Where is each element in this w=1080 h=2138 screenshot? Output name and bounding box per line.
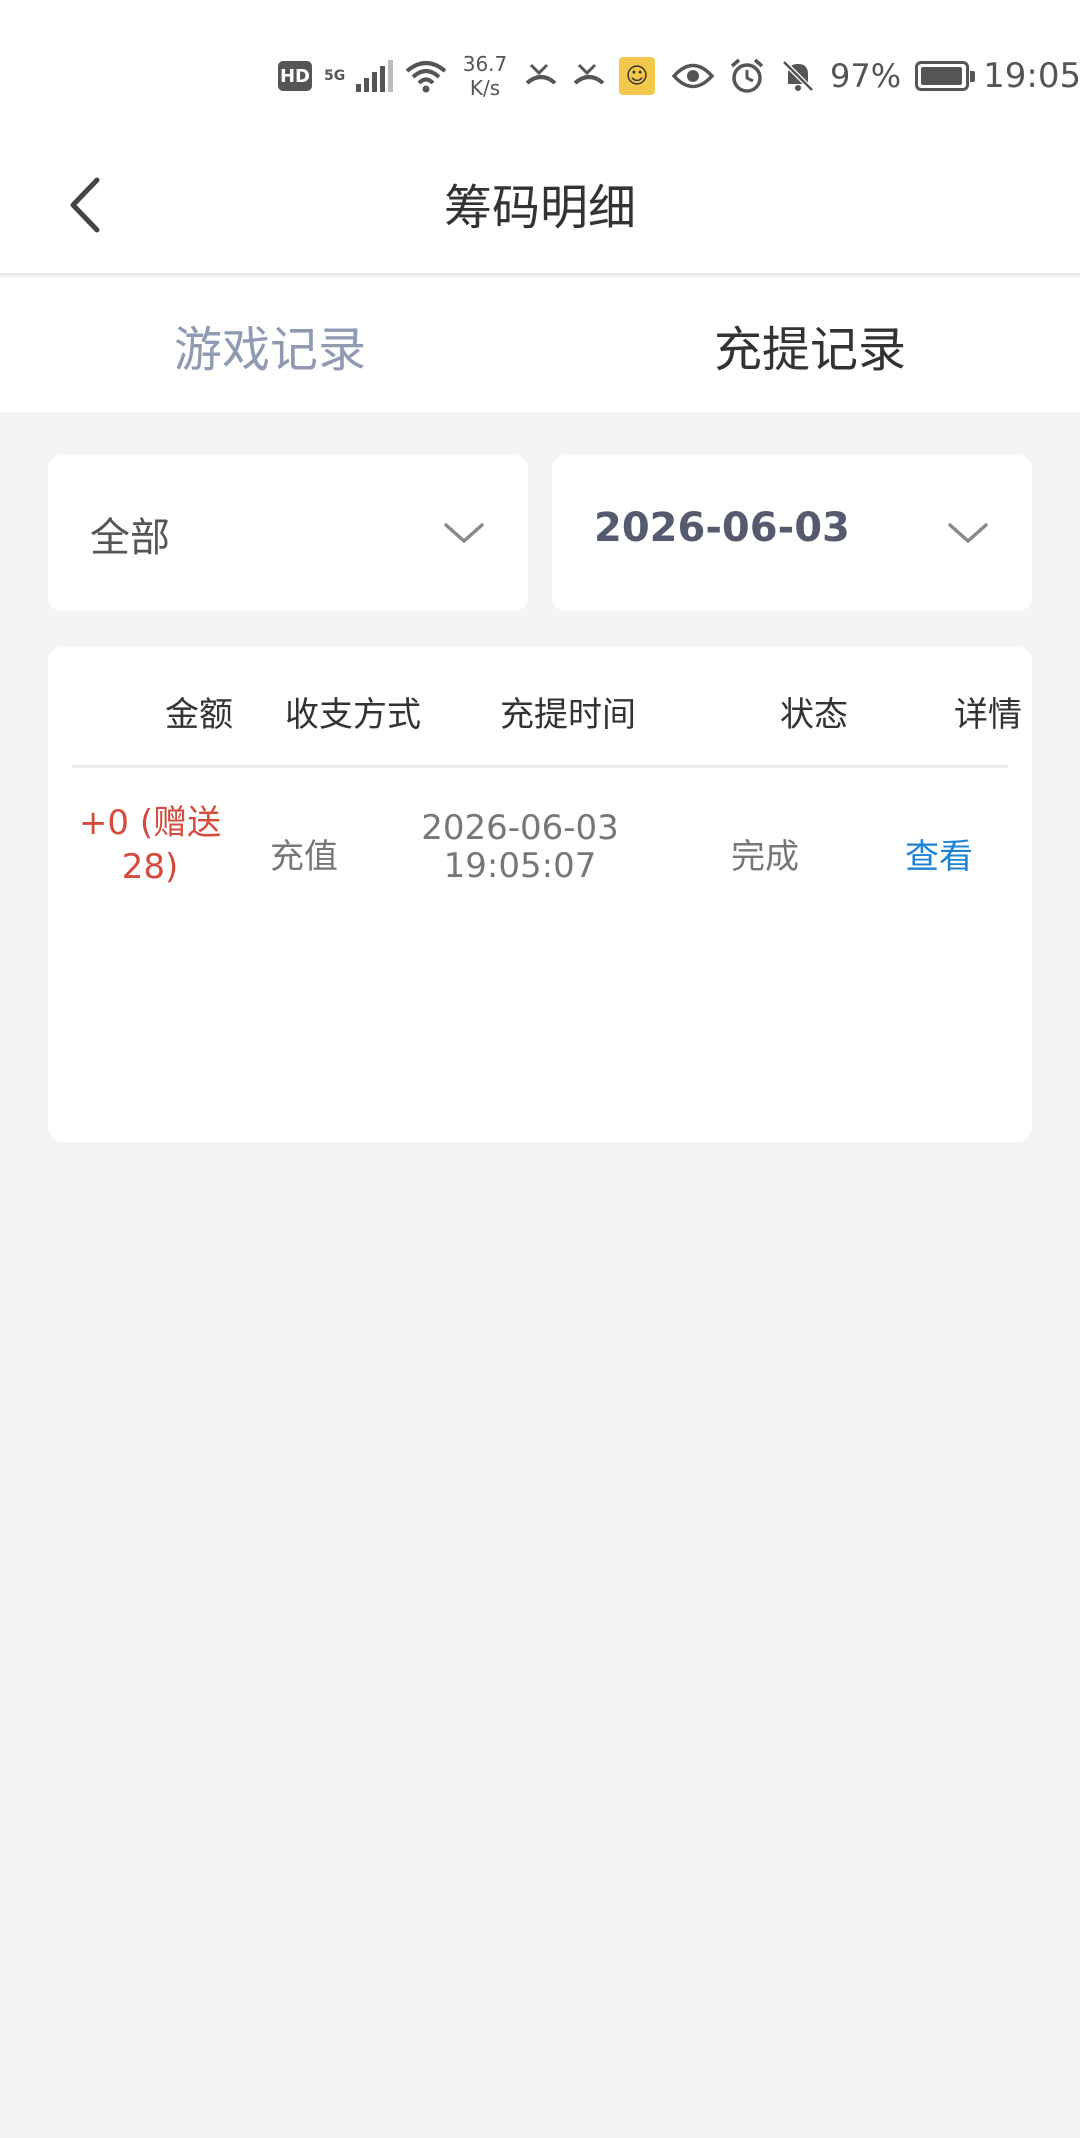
- tab-game-records[interactable]: 游戏记录: [0, 277, 540, 412]
- missed-call-icon-2: [573, 63, 605, 85]
- battery-level: [921, 67, 962, 85]
- chevron-down-icon: [444, 523, 484, 543]
- alarm-icon: [730, 58, 764, 93]
- network-speed: 36.7 K/s: [459, 52, 511, 100]
- mute-bell-icon: [782, 60, 814, 92]
- eye-icon: [672, 63, 714, 89]
- view-detail-link[interactable]: 查看: [839, 829, 1039, 878]
- date-filter-value: 2026-06-03: [594, 505, 850, 551]
- column-header-amount: 金额: [165, 695, 233, 735]
- missed-call-icon: [525, 63, 557, 85]
- row-status: 完成: [731, 837, 799, 877]
- status-left-icons: HD 5G 36.7 K/s ☺: [278, 50, 655, 102]
- tab-bar: 游戏记录 充提记录: [0, 277, 1080, 412]
- network-type: 5G: [324, 67, 346, 84]
- battery-percent: 97%: [830, 57, 902, 95]
- hd-badge: HD: [278, 61, 312, 91]
- column-header-method: 收支方式: [285, 695, 421, 735]
- speed-unit: K/s: [469, 76, 501, 100]
- row-date: 2026-06-03: [421, 808, 619, 848]
- battery-icon: [915, 61, 976, 91]
- clock: 19:05: [983, 56, 1080, 96]
- type-filter-dropdown[interactable]: 全部: [48, 455, 528, 611]
- status-bar: HD 5G 36.7 K/s ☺ 97% 19:05: [0, 0, 1080, 140]
- records-table: 金额 收支方式 充提时间 状态 详情 +0 (赠送 28) 充值 2026-06…: [48, 647, 1032, 1142]
- row-method: 充值: [270, 837, 338, 877]
- app-notification-icon: ☺: [619, 57, 655, 95]
- page-title: 筹码明细: [443, 180, 636, 236]
- column-header-status: 状态: [780, 695, 848, 735]
- table-row: +0 (赠送 28) 充值 2026-06-03 19:05:07 完成 查看: [48, 771, 1032, 911]
- status-right-icons: 97% 19:05: [672, 50, 1080, 102]
- speed-value: 36.7: [462, 52, 508, 76]
- column-header-time: 充提时间: [500, 695, 636, 735]
- signal-icon: [356, 60, 393, 92]
- row-clock-time: 19:05:07: [443, 846, 597, 886]
- row-time: 2026-06-03 19:05:07: [400, 809, 640, 885]
- tab-deposit-withdraw-records[interactable]: 充提记录: [540, 277, 1080, 412]
- wifi-icon: [405, 61, 447, 93]
- table-header: 金额 收支方式 充提时间 状态 详情: [72, 647, 1022, 768]
- column-header-detail: 详情: [954, 695, 1022, 735]
- chevron-down-icon: [948, 523, 988, 543]
- type-filter-value: 全部: [90, 515, 170, 561]
- header: 筹码明细: [0, 140, 1080, 275]
- date-filter-dropdown[interactable]: 2026-06-03: [552, 455, 1032, 611]
